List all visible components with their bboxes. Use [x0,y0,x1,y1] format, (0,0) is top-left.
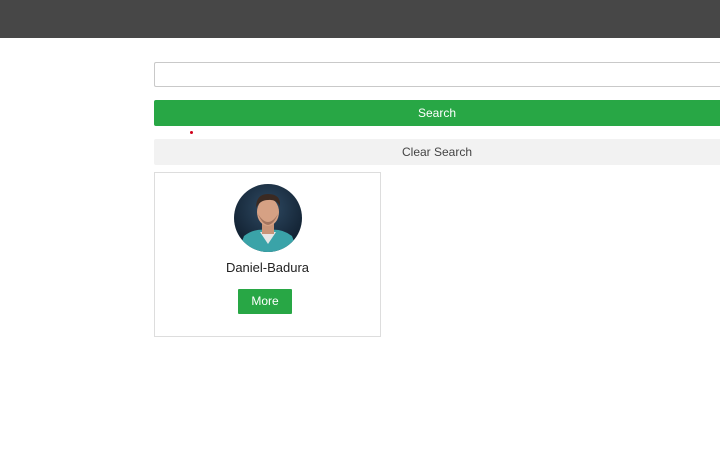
avatar [234,184,302,252]
profile-card: Daniel-Badura More [154,172,381,337]
search-input[interactable] [154,62,720,87]
search-button[interactable]: Search [154,100,720,126]
marker-dot [190,131,193,134]
clear-search-button[interactable]: Clear Search [154,139,720,165]
more-button[interactable]: More [238,289,292,314]
profile-name: Daniel-Badura [225,260,310,275]
top-navbar [0,0,720,38]
person-photo-icon [234,184,302,252]
